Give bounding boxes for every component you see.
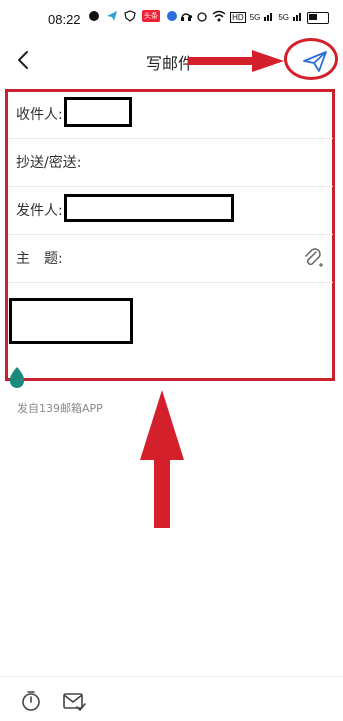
alarm-icon [196,10,208,25]
news-badge: 头条 [142,10,160,22]
status-time: 08:22 [48,12,81,27]
headphone-icon [180,10,192,25]
annotation-circle [284,38,338,80]
envelope-check-icon [63,693,86,712]
drop-icon [8,366,26,388]
to-redacted-value [64,97,132,127]
cc-bcc-label: 抄送/密送: [16,155,82,171]
to-field-row[interactable]: 收件人: [8,90,333,139]
signature-text: 发自139邮箱APP [17,402,103,415]
annotation-arrow-up [140,390,184,528]
subject-field-row[interactable]: 主 题: [8,234,333,283]
body-editor[interactable] [8,282,333,377]
battery-icon [307,11,329,24]
paperclip-plus-icon [305,248,323,267]
signal-5g-label-2: 5G [278,13,289,22]
read-receipt-button[interactable] [62,689,86,713]
status-notification-icons: 头条 ● [88,10,193,22]
qq-browser-icon [166,10,178,22]
from-redacted-value [64,194,234,222]
timer-icon [22,691,40,711]
signal-icon-1 [264,11,274,24]
app-notification-icon [88,10,100,22]
signal-5g-label-1: 5G [249,13,261,22]
body-redacted-content [9,298,133,344]
chevron-left-icon [18,51,28,69]
cc-bcc-field-row[interactable]: 抄送/密送: [8,138,333,187]
back-button[interactable] [12,48,36,72]
signal-icon-2 [293,11,303,24]
subject-label: 主 题: [16,251,63,267]
status-right-icons: HD 5G 5G [180,10,329,25]
status-bar: 08:22 头条 ● HD 5G 5G [0,0,343,36]
scheduled-send-button[interactable] [19,689,43,713]
bottom-toolbar [0,676,343,721]
hd-label: HD [230,12,246,23]
attachment-button[interactable] [301,246,325,270]
to-label: 收件人: [16,107,63,123]
from-label: 发件人: [16,203,63,219]
telegram-icon [106,10,118,22]
wifi-icon [212,10,226,25]
annotation-arrow-right [188,50,284,72]
from-field-row[interactable]: 发件人: [8,186,333,235]
shield-icon [124,10,136,22]
